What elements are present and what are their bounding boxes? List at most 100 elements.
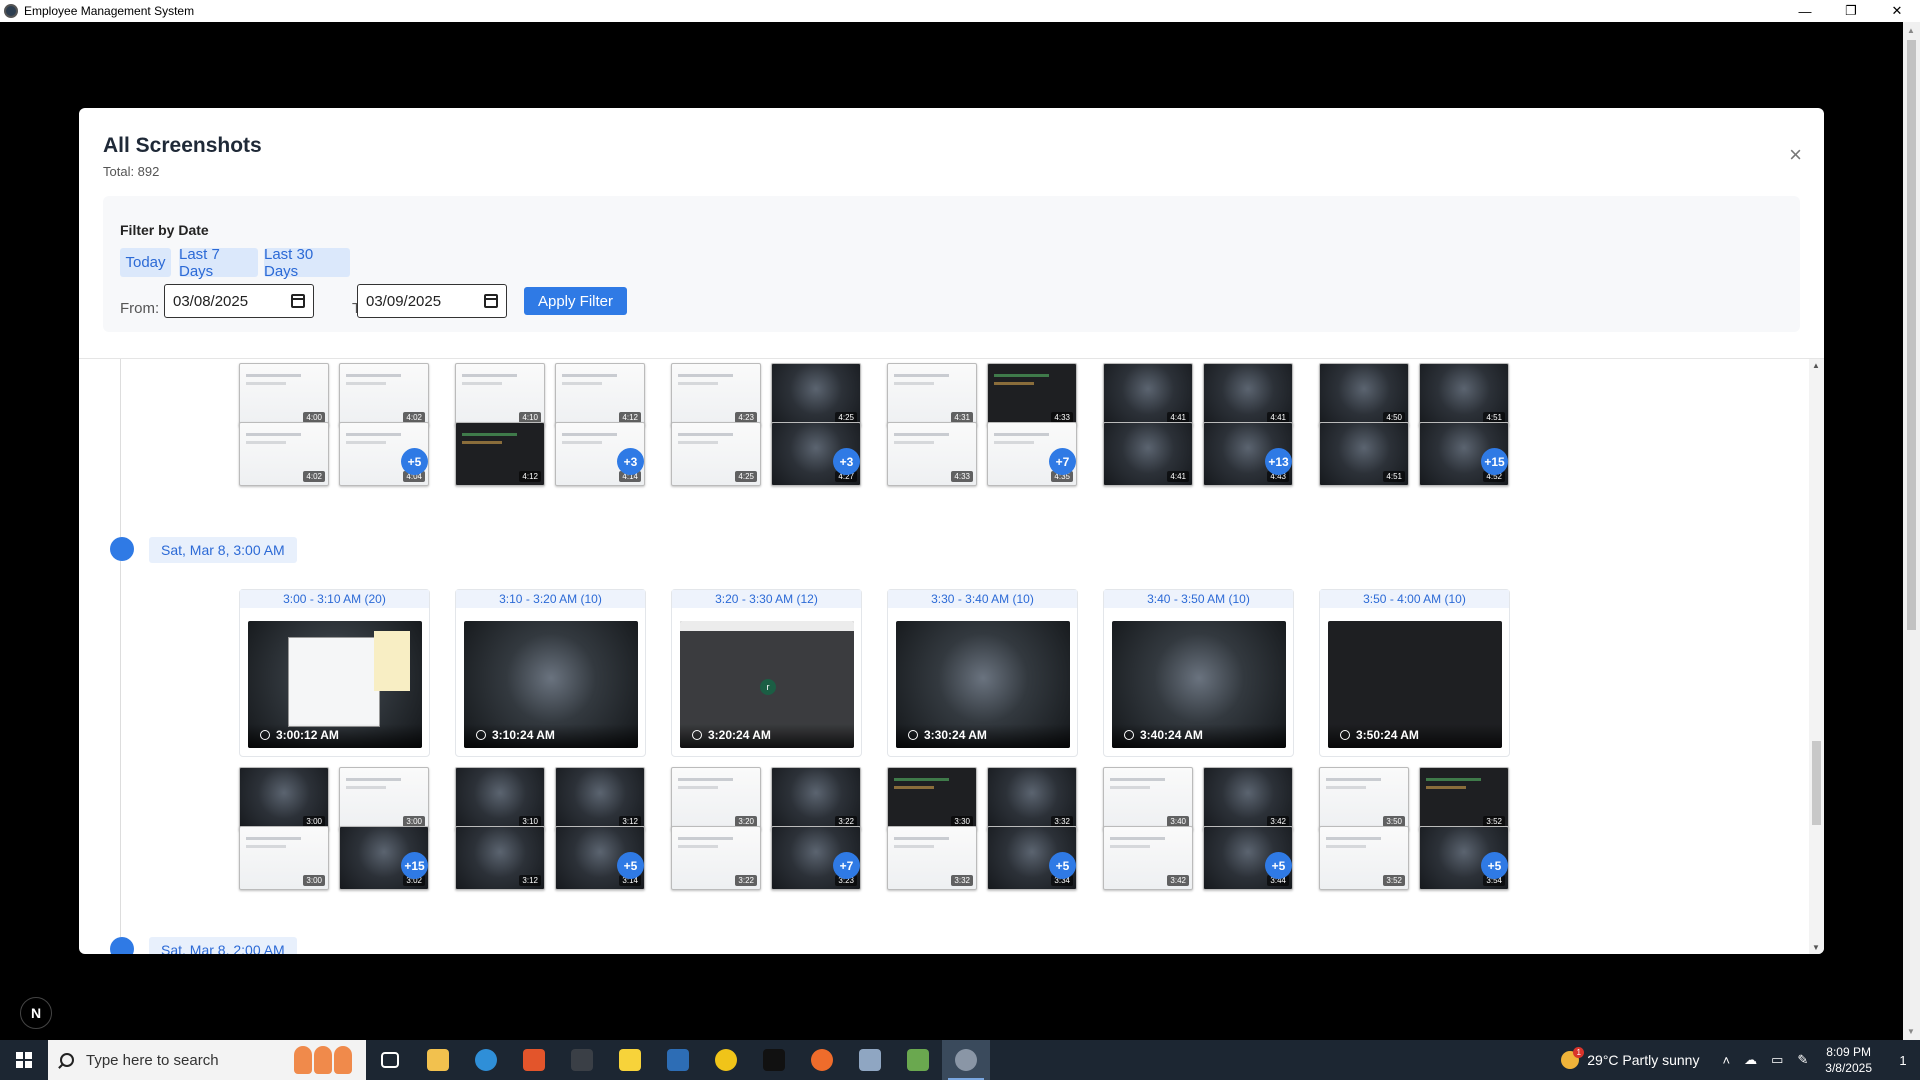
interval-card[interactable]: 3:20 - 3:30 AM (12) r 3:20:24 AM — [671, 589, 862, 757]
screenshot-thumbnail[interactable]: 4:00 — [239, 363, 329, 427]
screenshot-thumbnail[interactable]: 4:02 — [239, 422, 329, 486]
more-screenshots-badge[interactable]: +13 — [1265, 448, 1292, 475]
pen-icon[interactable]: ✎ — [1797, 1052, 1808, 1068]
screenshot-thumbnail[interactable]: 3:00 — [339, 767, 429, 831]
onedrive-icon[interactable]: ☁ — [1744, 1052, 1757, 1068]
chevron-up-icon[interactable]: ˄ — [1722, 1053, 1730, 1068]
apply-filter-button[interactable]: Apply Filter — [524, 287, 627, 315]
more-screenshots-badge[interactable]: +5 — [1481, 852, 1508, 879]
interval-preview-screenshot[interactable]: 3:10:24 AM — [464, 621, 638, 748]
from-date-input[interactable]: 03/08/2025 — [164, 284, 314, 318]
filter-last-30-days-button[interactable]: Last 30 Days — [264, 246, 350, 280]
n-floating-badge[interactable]: N — [20, 997, 52, 1029]
screenshot-thumbnail[interactable]: 4:51 — [1319, 422, 1409, 486]
window-scrollbar[interactable]: ▲ ▼ — [1903, 22, 1920, 1040]
screenshot-thumbnail[interactable]: 4:51 — [1419, 363, 1509, 427]
start-button[interactable] — [0, 1040, 48, 1080]
screenshot-thumbnail[interactable]: 4:12 — [555, 363, 645, 427]
interval-preview-screenshot[interactable]: 3:00:12 AM — [248, 621, 422, 748]
screenshot-thumbnail[interactable]: 3:40 — [1103, 767, 1193, 831]
interval-card[interactable]: 3:50 - 4:00 AM (10) 3:50:24 AM — [1319, 589, 1510, 757]
weather-widget[interactable]: 29°C Partly sunny — [1561, 1047, 1699, 1069]
more-screenshots-badge[interactable]: +5 — [401, 448, 428, 475]
more-screenshots-badge[interactable]: +7 — [833, 852, 860, 879]
screenshot-thumbnail[interactable]: 4:23 — [671, 363, 761, 427]
taskbar-app[interactable] — [894, 1040, 942, 1080]
taskbar-app[interactable] — [750, 1040, 798, 1080]
taskbar-app[interactable] — [942, 1040, 990, 1080]
taskbar-app[interactable] — [606, 1040, 654, 1080]
screenshot-thumbnail[interactable]: 4:33 — [887, 422, 977, 486]
screenshot-thumbnail[interactable]: 4:41 — [1203, 363, 1293, 427]
timeline-scrollbar-thumb[interactable] — [1812, 741, 1821, 825]
screenshot-thumbnail[interactable]: 4:41 — [1103, 422, 1193, 486]
screenshot-thumbnail[interactable]: 3:52 — [1319, 826, 1409, 890]
screenshot-thumbnail[interactable]: 4:02 — [339, 363, 429, 427]
filter-last-7-days-button[interactable]: Last 7 Days — [179, 246, 258, 280]
more-screenshots-badge[interactable]: +15 — [401, 852, 428, 879]
taskbar-app[interactable] — [798, 1040, 846, 1080]
to-date-input[interactable]: 03/09/2025 — [357, 284, 507, 318]
more-screenshots-badge[interactable]: +3 — [833, 448, 860, 475]
close-window-button[interactable]: ✕ — [1874, 0, 1920, 22]
screenshot-thumbnail[interactable]: 3:32 — [887, 826, 977, 890]
screenshot-thumbnail[interactable]: 3:10 — [455, 767, 545, 831]
scroll-up-arrow-icon[interactable]: ▲ — [1907, 26, 1915, 35]
screenshot-thumbnail[interactable]: 3:42 — [1103, 826, 1193, 890]
screenshot-thumbnail[interactable]: 4:33 — [987, 363, 1077, 427]
screenshot-thumbnail[interactable]: 3:20 — [671, 767, 761, 831]
screenshot-thumbnail[interactable]: 3:12 — [455, 826, 545, 890]
network-icon[interactable]: ▭ — [1771, 1052, 1783, 1068]
taskbar-search[interactable]: Type here to search — [48, 1040, 366, 1080]
screenshot-thumbnail[interactable]: 3:50 — [1319, 767, 1409, 831]
taskbar-app[interactable] — [510, 1040, 558, 1080]
interval-preview-screenshot[interactable]: 3:30:24 AM — [896, 621, 1070, 748]
close-modal-icon[interactable]: × — [1789, 144, 1802, 166]
maximize-button[interactable]: ❐ — [1828, 0, 1874, 22]
screenshot-thumbnail[interactable]: 3:32 — [987, 767, 1077, 831]
screenshot-thumbnail[interactable]: 4:25 — [771, 363, 861, 427]
screenshot-thumbnail[interactable]: 3:30 — [887, 767, 977, 831]
interval-preview-screenshot[interactable]: 3:40:24 AM — [1112, 621, 1286, 748]
taskbar-app[interactable] — [846, 1040, 894, 1080]
scroll-up-arrow-icon[interactable]: ▲ — [1812, 361, 1820, 370]
screenshot-thumbnail[interactable]: 4:31 — [887, 363, 977, 427]
taskbar-app[interactable] — [414, 1040, 462, 1080]
hour-group-label[interactable]: Sat, Mar 8, 3:00 AM — [149, 537, 297, 563]
taskbar-app[interactable] — [654, 1040, 702, 1080]
taskbar-app[interactable] — [558, 1040, 606, 1080]
more-screenshots-badge[interactable]: +5 — [1265, 852, 1292, 879]
screenshot-thumbnail[interactable]: 4:41 — [1103, 363, 1193, 427]
screenshot-thumbnail[interactable]: 3:00 — [239, 826, 329, 890]
minimize-button[interactable]: — — [1782, 0, 1828, 22]
screenshot-thumbnail[interactable]: 4:12 — [455, 422, 545, 486]
screenshot-thumbnail[interactable]: 3:42 — [1203, 767, 1293, 831]
screenshot-thumbnail[interactable]: 4:50 — [1319, 363, 1409, 427]
taskbar-app[interactable] — [702, 1040, 750, 1080]
interval-card[interactable]: 3:40 - 3:50 AM (10) 3:40:24 AM — [1103, 589, 1294, 757]
scroll-down-arrow-icon[interactable]: ▼ — [1812, 943, 1820, 952]
taskbar-app[interactable] — [366, 1040, 414, 1080]
more-screenshots-badge[interactable]: +5 — [1049, 852, 1076, 879]
calendar-icon[interactable] — [291, 294, 305, 308]
screenshot-thumbnail[interactable]: 4:10 — [455, 363, 545, 427]
scroll-down-arrow-icon[interactable]: ▼ — [1907, 1027, 1915, 1036]
interval-card[interactable]: 3:00 - 3:10 AM (20) 3:00:12 AM — [239, 589, 430, 757]
timeline-scrollbar[interactable]: ▲ ▼ — [1809, 359, 1824, 954]
more-screenshots-badge[interactable]: +7 — [1049, 448, 1076, 475]
screenshot-thumbnail[interactable]: 3:22 — [671, 826, 761, 890]
interval-preview-screenshot[interactable]: r 3:20:24 AM — [680, 621, 854, 748]
screenshot-thumbnail[interactable]: 3:52 — [1419, 767, 1509, 831]
more-screenshots-badge[interactable]: +3 — [617, 448, 644, 475]
screenshot-thumbnail[interactable]: 4:25 — [671, 422, 761, 486]
screenshot-thumbnail[interactable]: 3:12 — [555, 767, 645, 831]
calendar-icon[interactable] — [484, 294, 498, 308]
more-screenshots-badge[interactable]: +5 — [617, 852, 644, 879]
filter-today-button[interactable]: Today — [120, 248, 171, 277]
interval-preview-screenshot[interactable]: 3:50:24 AM — [1328, 621, 1502, 748]
screenshot-thumbnail[interactable]: 3:00 — [239, 767, 329, 831]
interval-card[interactable]: 3:30 - 3:40 AM (10) 3:30:24 AM — [887, 589, 1078, 757]
more-screenshots-badge[interactable]: +15 — [1481, 448, 1508, 475]
screenshot-thumbnail[interactable]: 3:22 — [771, 767, 861, 831]
notification-center-icon[interactable]: 1 — [1886, 1040, 1920, 1080]
